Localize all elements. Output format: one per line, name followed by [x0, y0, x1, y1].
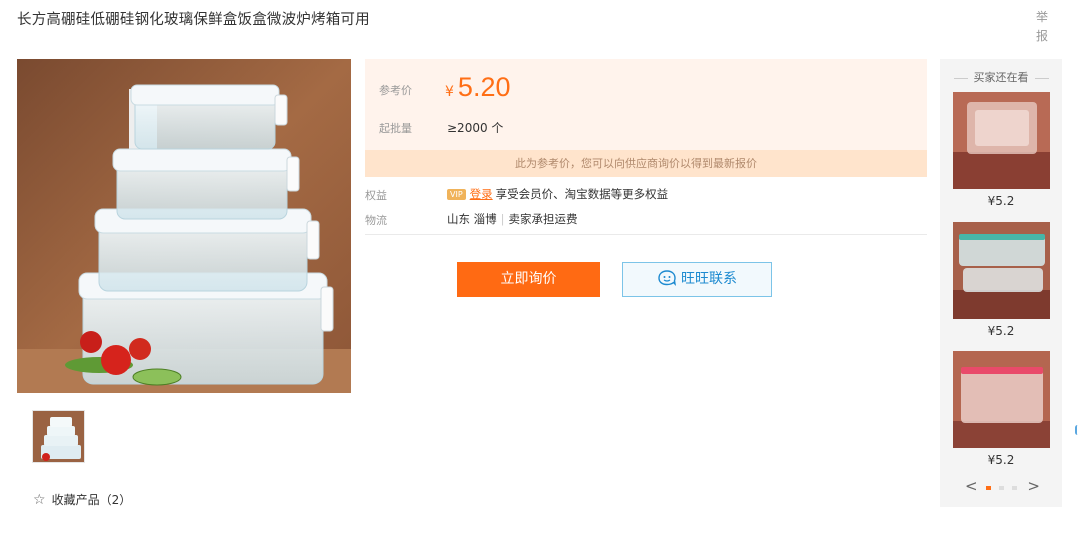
benefits-text: 享受会员价、淘宝数据等更多权益 — [495, 187, 669, 201]
logistics-divider: | — [500, 212, 505, 226]
also-viewed-item[interactable] — [953, 222, 1050, 319]
moq-label: 起批量 — [379, 122, 412, 135]
vip-badge: VIP — [447, 189, 466, 200]
logistics-shipping: 卖家承担运费 — [508, 212, 578, 226]
pager-dot[interactable] — [1012, 486, 1017, 490]
also-viewed-item[interactable] — [953, 92, 1050, 189]
chevron-left-icon[interactable]: < — [965, 477, 978, 495]
moq-value: ≥2000 个 — [447, 121, 504, 135]
price-notice: 此为参考价，您可以向供应商询价以得到最新报价 — [365, 150, 927, 177]
scroll-edge-indicator — [1075, 425, 1080, 435]
also-viewed-title: 买家还在看 — [940, 69, 1062, 85]
logistics-label: 物流 — [365, 214, 387, 227]
main-product-image[interactable] — [17, 59, 351, 393]
pager-dot[interactable] — [999, 486, 1004, 490]
favorite-button[interactable]: ☆ 收藏产品（2） — [33, 491, 131, 508]
also-viewed-price: ¥5.2 — [987, 194, 1015, 208]
logistics-row: 山东 淄博 | 卖家承担运费 — [447, 211, 578, 227]
reference-price: ¥5.20 — [445, 72, 510, 103]
product-title: 长方高硼硅低硼硅钢化玻璃保鲜盒饭盒微波炉烤箱可用 — [17, 12, 370, 28]
login-link[interactable]: 登录 — [470, 187, 493, 201]
price-value: 5.20 — [457, 72, 511, 102]
benefits-label: 权益 — [365, 189, 387, 202]
also-viewed-price: ¥5.2 — [987, 453, 1015, 467]
favorite-label: 收藏产品（2） — [51, 493, 132, 507]
chevron-right-icon[interactable]: > — [1027, 477, 1040, 495]
wangwang-chat-icon — [658, 269, 676, 286]
inquire-button[interactable]: 立即询价 — [457, 262, 600, 297]
also-viewed-pager: < > — [965, 477, 1040, 496]
also-viewed-price: ¥5.2 — [987, 324, 1015, 338]
logistics-origin: 山东 淄博 — [447, 212, 497, 226]
also-viewed-item[interactable] — [953, 351, 1050, 448]
price-label: 参考价 — [379, 84, 412, 97]
currency-symbol: ¥ — [445, 84, 454, 100]
report-link[interactable]: 举报 — [1035, 8, 1049, 46]
section-divider — [365, 234, 927, 235]
price-panel: 参考价 ¥5.20 起批量 ≥2000 个 — [365, 59, 927, 150]
wangwang-label: 旺旺联系 — [681, 271, 737, 287]
star-outline-icon: ☆ — [33, 492, 46, 508]
wangwang-contact-button[interactable]: 旺旺联系 — [622, 262, 772, 297]
product-thumbnail[interactable] — [32, 410, 85, 463]
benefits-row: VIP 登录 享受会员价、淘宝数据等更多权益 — [447, 186, 668, 202]
pager-dot[interactable] — [986, 486, 991, 490]
also-viewed-panel: 买家还在看 ¥5.2 ¥5.2 ¥5.2 — [940, 59, 1062, 507]
